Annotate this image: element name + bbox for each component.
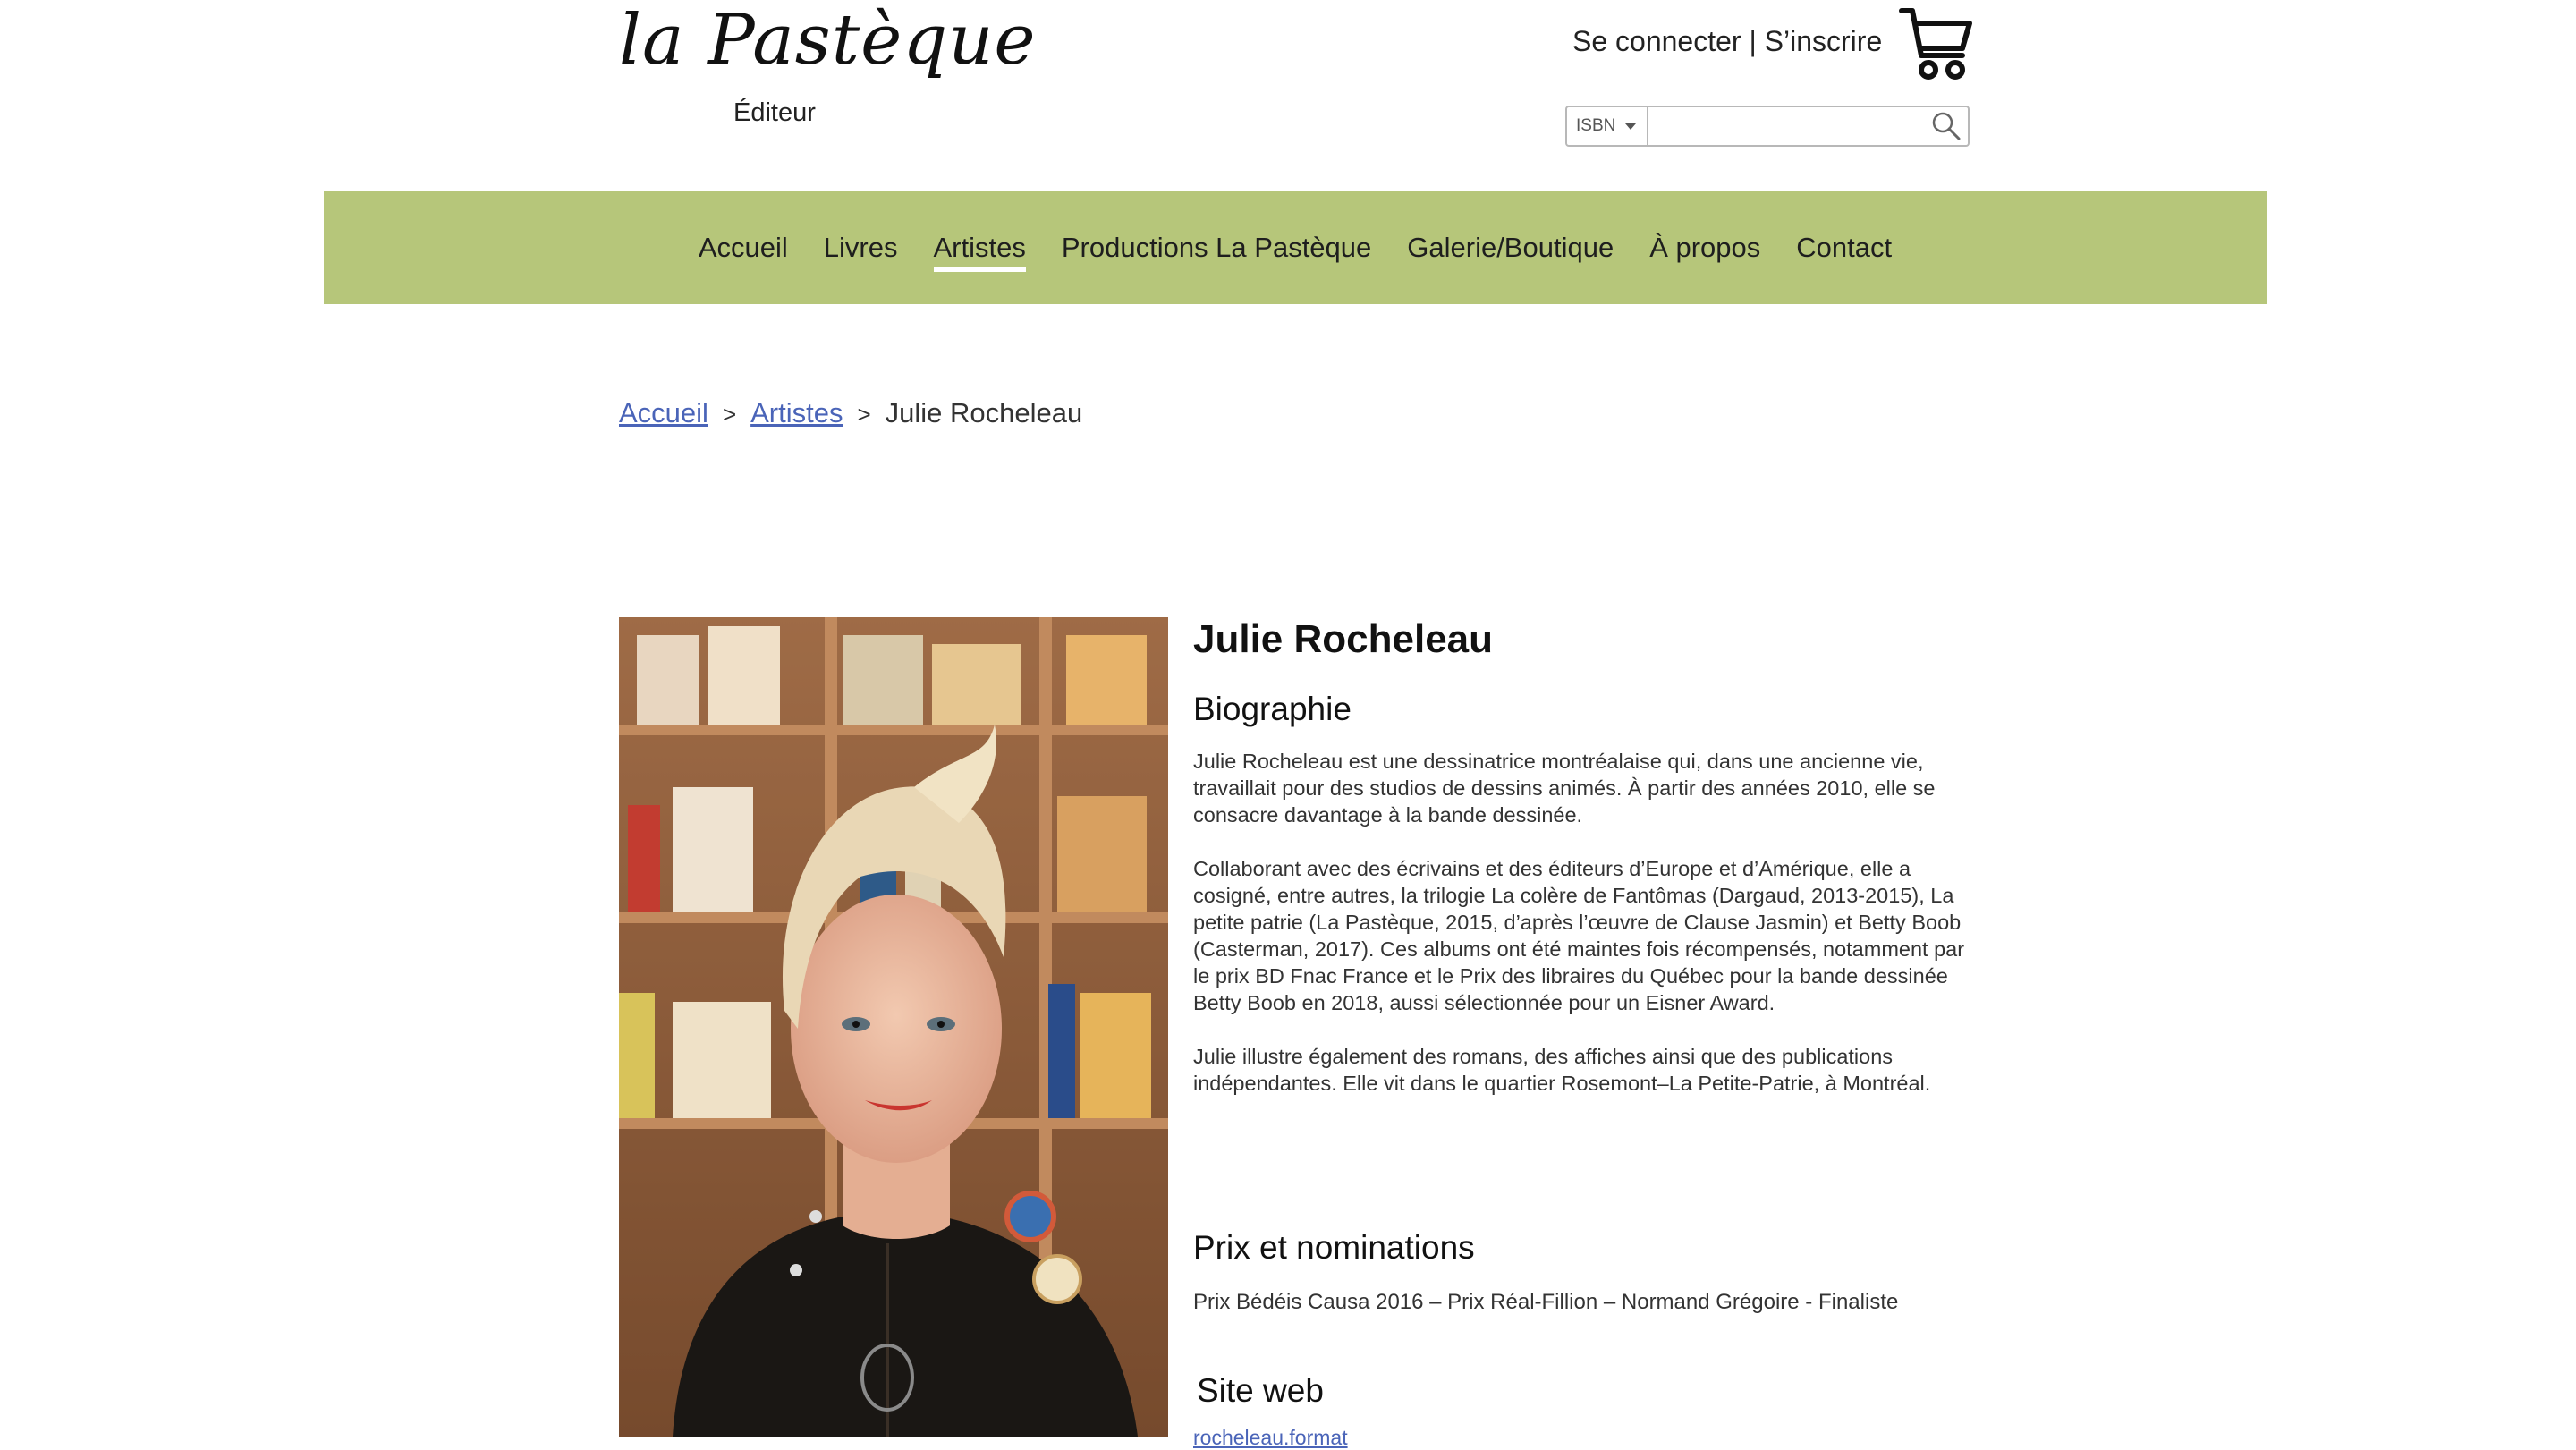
bio-paragraph: Collaborant avec des écrivains et des éd… xyxy=(1193,857,1965,1014)
search-type-select[interactable]: ISBN xyxy=(1567,107,1649,145)
breadcrumb-current: Julie Rocheleau xyxy=(885,397,1083,428)
nav-item-accueil[interactable]: Accueil xyxy=(681,191,806,304)
nav-item-galerie-boutique[interactable]: Galerie/Boutique xyxy=(1389,191,1631,304)
site-logo[interactable]: la Pastèque xyxy=(619,5,1037,75)
logo-subtitle: Éditeur xyxy=(733,98,816,127)
cart-icon[interactable] xyxy=(1898,4,1973,81)
nav-item-contact[interactable]: Contact xyxy=(1778,191,1910,304)
chevron-down-icon xyxy=(1625,123,1637,130)
account-links: Se connecter | S’inscrire xyxy=(1572,25,1882,58)
website-link[interactable]: rocheleau.format xyxy=(1193,1426,1348,1450)
biography-text: Julie Rocheleau est une dessinatrice mon… xyxy=(1193,748,1980,1124)
artist-photo xyxy=(619,617,1168,1437)
signup-link[interactable]: S’inscrire xyxy=(1765,25,1883,57)
breadcrumb-separator: > xyxy=(857,401,871,428)
search-type-value: ISBN xyxy=(1576,116,1616,135)
nav-item-a-propos[interactable]: À propos xyxy=(1631,191,1778,304)
isbn-search-bar: ISBN xyxy=(1565,106,1970,147)
search-icon[interactable] xyxy=(1924,107,1968,145)
breadcrumb: Accueil > Artistes > Julie Rocheleau xyxy=(619,397,1082,429)
awards-heading: Prix et nominations xyxy=(1193,1229,1475,1266)
nav-item-productions[interactable]: Productions La Pastèque xyxy=(1044,191,1389,304)
bio-paragraph: Julie illustre également des romans, des… xyxy=(1193,1045,1931,1095)
awards-text: Prix Bédéis Causa 2016 – Prix Réal-Filli… xyxy=(1193,1290,1899,1314)
biography-heading: Biographie xyxy=(1193,691,1352,727)
website-heading: Site web xyxy=(1197,1372,1324,1409)
artist-name: Julie Rocheleau xyxy=(1193,617,1494,661)
breadcrumb-home[interactable]: Accueil xyxy=(619,397,708,428)
nav-item-livres[interactable]: Livres xyxy=(806,191,916,304)
nav-item-artistes[interactable]: Artistes xyxy=(916,191,1044,304)
breadcrumb-separator: > xyxy=(722,401,737,428)
main-nav: Accueil Livres Artistes Productions La P… xyxy=(324,191,2267,304)
breadcrumb-artists[interactable]: Artistes xyxy=(750,397,843,428)
account-separator: | xyxy=(1741,25,1765,57)
search-input[interactable] xyxy=(1648,107,1925,145)
login-link[interactable]: Se connecter xyxy=(1572,25,1741,57)
bio-paragraph: Julie Rocheleau est une dessinatrice mon… xyxy=(1193,750,1936,827)
